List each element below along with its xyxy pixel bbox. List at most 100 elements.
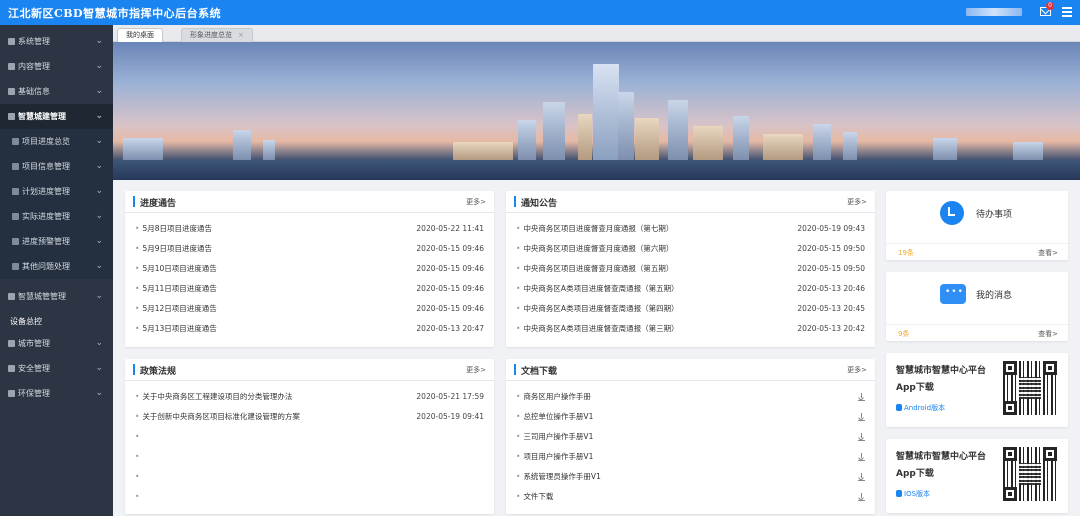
mail-badge: 0 (1046, 2, 1054, 10)
menu-icon[interactable] (1062, 7, 1072, 17)
more-link[interactable]: 更多> (847, 197, 867, 207)
doc-icon (12, 163, 19, 170)
chevron-down-icon: ⌄ (95, 86, 103, 96)
list-item[interactable]: • 项目用户操作手册V1 (516, 447, 865, 467)
close-icon[interactable]: × (238, 31, 244, 39)
qr-code (1003, 447, 1057, 501)
list-item[interactable]: • 5月13日项目进度通告 2020-05-13 20:47 (135, 319, 484, 339)
sidebar-item-smart-city-mgmt[interactable]: 智慧城管管理 ⌄ (0, 284, 113, 309)
more-link[interactable]: 更多> (466, 197, 486, 207)
ios-app-widget: 智慧城市智慧中心平台App下载 IOS版本 (886, 439, 1068, 513)
chevron-down-icon: ⌄ (95, 236, 103, 246)
list-item[interactable]: • 三司用户操作手册V1 (516, 427, 865, 447)
download-icon[interactable] (858, 493, 865, 501)
card-title: 文档下载 (521, 367, 558, 377)
list-item[interactable]: • 中央商务区项目进度督查月度通报（第五期） 2020-05-15 09:50 (516, 259, 865, 279)
chevron-down-icon: ⌄ (95, 261, 103, 271)
sidebar-item-content[interactable]: 内容管理 ⌄ (0, 54, 113, 79)
list-item[interactable]: • 文件下载 (516, 487, 865, 507)
chevron-down-icon: ⌄ (95, 111, 103, 121)
chevron-down-icon: ⌄ (95, 211, 103, 221)
folder-icon (8, 88, 15, 95)
list-item[interactable]: • 关于中央商务区工程建设项目的分类管理办法 2020-05-21 17:59 (135, 387, 484, 407)
chevron-down-icon: ⌄ (95, 136, 103, 146)
download-icon[interactable] (858, 393, 865, 401)
sidebar-item-progress-warning[interactable]: 进度预警管理 ⌄ (0, 229, 113, 254)
download-icon[interactable] (858, 453, 865, 461)
chevron-down-icon: ⌄ (95, 363, 103, 373)
list-item: • (135, 492, 140, 501)
list-item[interactable]: • 中央商务区项目进度督查月度通报（第六期） 2020-05-15 09:50 (516, 239, 865, 259)
sidebar-item-basic-info[interactable]: 基础信息 ⌄ (0, 79, 113, 104)
chat-icon (940, 284, 966, 304)
list-item[interactable]: • 5月11日项目进度通告 2020-05-15 09:46 (135, 279, 484, 299)
more-link[interactable]: 更多> (466, 365, 486, 375)
list-item: • (135, 432, 140, 441)
ios-link[interactable]: IOS版本 (896, 489, 930, 499)
card-title: 进度通告 (140, 199, 177, 209)
sidebar-item-plan-progress[interactable]: 计划进度管理 ⌄ (0, 179, 113, 204)
list-item[interactable]: • 中央商务区项目进度督查月度通报（第七期） 2020-05-19 09:43 (516, 219, 865, 239)
sidebar-item-city-mgmt[interactable]: 城市管理 ⌄ (0, 331, 113, 356)
chevron-down-icon: ⌄ (95, 186, 103, 196)
top-header: 江北新区CBD智慧城市指挥中心后台系统 0 (0, 0, 1080, 25)
chevron-down-icon: ⌄ (95, 338, 103, 348)
list-item[interactable]: • 中央商务区A类项目进度督查周通报（第五期） 2020-05-13 20:46 (516, 279, 865, 299)
card-title: 通知公告 (521, 199, 558, 209)
sidebar-item-actual-progress[interactable]: 实际进度管理 ⌄ (0, 204, 113, 229)
list-item[interactable]: • 5月12日项目进度通告 2020-05-15 09:46 (135, 299, 484, 319)
chevron-down-icon: ⌄ (95, 161, 103, 171)
android-link[interactable]: Android版本 (896, 403, 945, 413)
download-icon[interactable] (858, 473, 865, 481)
user-name-blurred[interactable] (966, 8, 1022, 16)
doc-icon (12, 263, 19, 270)
more-link[interactable]: 更多> (847, 365, 867, 375)
chevron-down-icon: ⌄ (95, 291, 103, 301)
folder-icon (8, 113, 15, 120)
progress-notice-card: 进度通告 更多> • 5月8日项目进度通告 2020-05-22 11:41 • 5月… (125, 191, 494, 347)
todo-widget[interactable]: 待办事项 19条 查看> (886, 191, 1068, 260)
list-item[interactable]: • 5月10日项目进度通告 2020-05-15 09:46 (135, 259, 484, 279)
todo-view-link[interactable]: 查看> (1038, 248, 1058, 258)
download-icon[interactable] (858, 433, 865, 441)
download-icon[interactable] (858, 413, 865, 421)
tab-bar: 我的桌面 形象进度总览 × (113, 25, 1080, 42)
todo-label: 待办事项 (976, 210, 1013, 220)
list-item[interactable]: • 商务区用户操作手册 (516, 387, 865, 407)
todo-count: 19条 (898, 249, 914, 257)
sidebar-item-system[interactable]: 系统管理 ⌄ (0, 29, 113, 54)
folder-icon (8, 38, 15, 45)
list-item[interactable]: • 5月8日项目进度通告 2020-05-22 11:41 (135, 219, 484, 239)
android-app-widget: 智慧城市智慧中心平台App下载 Android版本 (886, 353, 1068, 427)
messages-widget[interactable]: 我的消息 9条 查看> (886, 272, 1068, 341)
sidebar-item-project-info[interactable]: 项目信息管理 ⌄ (0, 154, 113, 179)
sidebar-item-progress-overview[interactable]: 项目进度总览 ⌄ (0, 129, 113, 154)
announcement-card: 通知公告 更多> • 中央商务区项目进度督查月度通报（第七期） 2020-05-19… (506, 191, 875, 347)
sidebar-item-smart-construction[interactable]: 智慧城建管理 ⌄ (0, 104, 113, 129)
list-item[interactable]: • 5月9日项目进度通告 2020-05-15 09:46 (135, 239, 484, 259)
list-item[interactable]: • 中央商务区A类项目进度督查周通报（第三期） 2020-05-13 20:42 (516, 319, 865, 339)
clock-icon (940, 201, 964, 225)
chevron-down-icon: ⌄ (95, 61, 103, 71)
tab-my-desktop[interactable]: 我的桌面 (117, 28, 163, 42)
sidebar-item-safety-mgmt[interactable]: 安全管理 ⌄ (0, 356, 113, 381)
list-item[interactable]: • 总控单位操作手册V1 (516, 407, 865, 427)
tab-progress-overview[interactable]: 形象进度总览 × (181, 28, 253, 42)
apple-icon (896, 490, 902, 497)
doc-icon (12, 213, 19, 220)
doc-icon (12, 138, 19, 145)
folder-icon (8, 63, 15, 70)
qr-code (1003, 361, 1057, 415)
list-item[interactable]: • 系统管理员操作手册V1 (516, 467, 865, 487)
sidebar-item-other-issues[interactable]: 其他问题处理 ⌄ (0, 254, 113, 279)
sidebar: 系统管理 ⌄ 内容管理 ⌄ 基础信息 ⌄ 智慧城建管理 ⌄ 项目进度总览 ⌄ 项目信息管理… (0, 25, 113, 516)
list-item[interactable]: • 中央商务区A类项目进度督查周通报（第四期） 2020-05-13 20:45 (516, 299, 865, 319)
folder-icon (8, 365, 15, 372)
messages-view-link[interactable]: 查看> (1038, 329, 1058, 339)
sidebar-item-env-mgmt[interactable]: 环保管理 ⌄ (0, 381, 113, 406)
app-download-title: 智慧城市智慧中心平台App下载 (896, 452, 987, 479)
policy-card: 政策法规 更多> • 关于中央商务区工程建设项目的分类管理办法 2020-05-21… (125, 359, 494, 514)
folder-icon (8, 293, 15, 300)
list-item[interactable]: • 关于创新中央商务区项目标准化建设管理的方案 2020-05-19 09:41 (135, 407, 484, 427)
folder-icon (8, 340, 15, 347)
